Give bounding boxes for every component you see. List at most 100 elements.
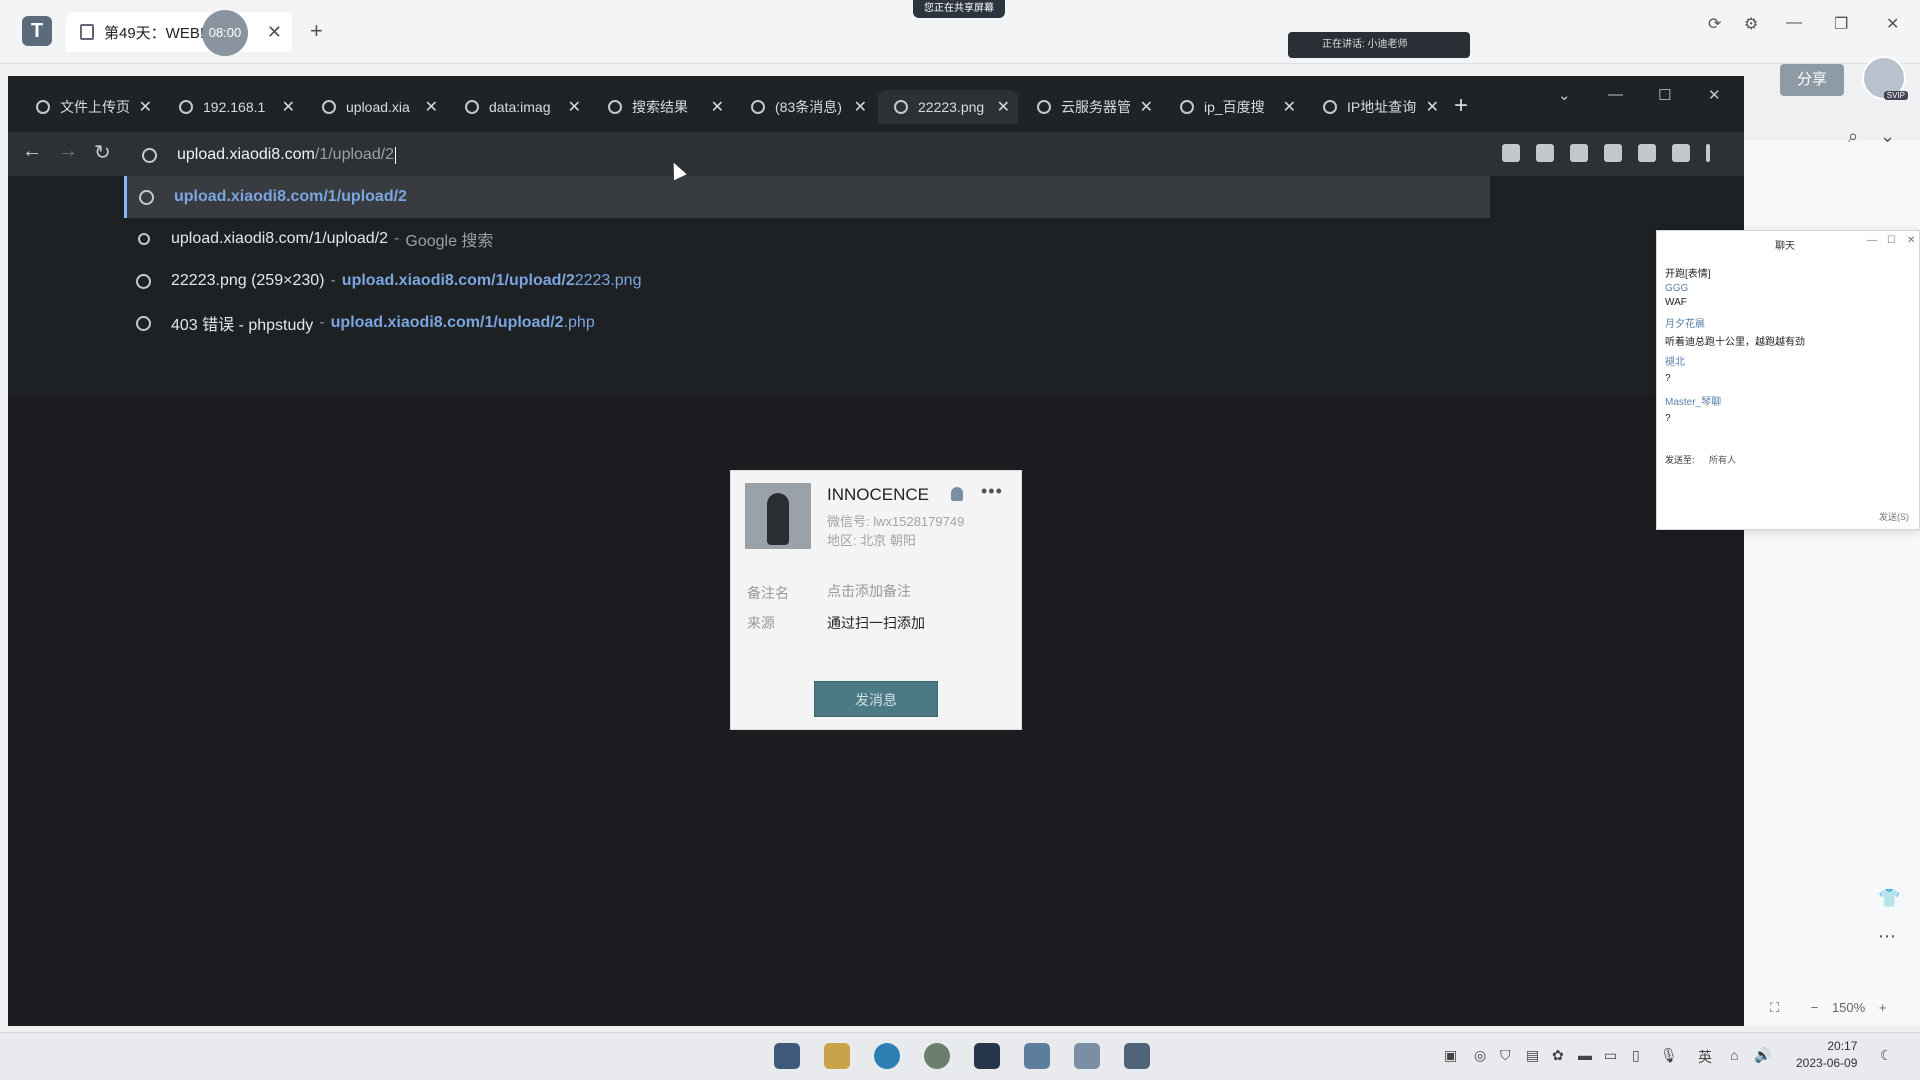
- tray-app-icon[interactable]: ◎: [1474, 1047, 1486, 1064]
- network-icon[interactable]: ⌂: [1730, 1047, 1738, 1063]
- outer-tab[interactable]: 第49天：WEB! 08:00 ✕: [66, 10, 292, 56]
- refresh-icon[interactable]: ⟳: [1708, 14, 1721, 34]
- volume-icon[interactable]: 🔊: [1754, 1047, 1771, 1064]
- notification-icon[interactable]: ☾: [1880, 1047, 1893, 1064]
- close-icon[interactable]: ✕: [267, 22, 282, 43]
- tab-data-image[interactable]: data:imag ✕: [449, 90, 589, 124]
- suggestion-item[interactable]: 403 错误 - phpstudy - upload.xiaodi8.com/1…: [124, 302, 1490, 344]
- tab-close-icon[interactable]: ✕: [568, 97, 581, 117]
- proxy-extension-icon[interactable]: [1570, 144, 1588, 162]
- new-tab-button[interactable]: +: [1454, 92, 1468, 120]
- profile-icon[interactable]: [1672, 144, 1690, 162]
- tray-app-icon[interactable]: ▬: [1578, 1047, 1592, 1063]
- app-logo-icon: T: [22, 16, 52, 46]
- ime-indicator[interactable]: 英: [1698, 1047, 1712, 1067]
- tab-close-icon[interactable]: ✕: [1140, 97, 1153, 117]
- search-icon[interactable]: ⌕: [1848, 126, 1858, 147]
- extension-icon[interactable]: [1502, 144, 1520, 162]
- suggestion-item[interactable]: upload.xiaodi8.com/1/upload/2: [124, 176, 1490, 218]
- close-window-icon[interactable]: ✕: [1886, 14, 1899, 34]
- remark-value[interactable]: 点击添加备注: [827, 581, 911, 601]
- side-panel-icon[interactable]: [1638, 144, 1656, 162]
- tab-messages[interactable]: (83条消息) ✕: [735, 90, 875, 124]
- avatar[interactable]: SVIP: [1862, 56, 1908, 100]
- tab-search-results[interactable]: 搜索结果 ✕: [592, 90, 732, 124]
- network-tool-icon[interactable]: [1124, 1043, 1150, 1069]
- tab-upload[interactable]: upload.xia ✕: [306, 90, 446, 124]
- forward-icon[interactable]: →: [58, 140, 78, 163]
- minimize-icon[interactable]: —: [1608, 86, 1623, 103]
- source-value: 通过扫一扫添加: [827, 615, 925, 631]
- chat-username: Master_琴聊: [1665, 397, 1722, 408]
- screen-share-indicator[interactable]: 您正在共享屏幕: [913, 0, 1005, 18]
- send-button[interactable]: 发送(S): [1879, 510, 1909, 523]
- more-icon[interactable]: ⋯: [1878, 926, 1896, 947]
- tray-app-icon[interactable]: ▣: [1444, 1047, 1457, 1064]
- zoom-out-button[interactable]: −: [1811, 1000, 1819, 1015]
- tab-close-icon[interactable]: ✕: [425, 97, 438, 117]
- tab-close-icon[interactable]: ✕: [854, 97, 867, 117]
- tab-close-icon[interactable]: ✕: [711, 97, 724, 117]
- back-icon[interactable]: ←: [22, 140, 42, 163]
- region: 地区: 北京 朝阳: [827, 533, 916, 548]
- puzzle-icon[interactable]: [1604, 144, 1622, 162]
- shield-icon[interactable]: ⛉: [1500, 1047, 1511, 1064]
- chevron-down-icon[interactable]: ⌄: [1880, 126, 1895, 147]
- microphone-icon[interactable]: 🎙: [1660, 1047, 1678, 1064]
- tab-close-icon[interactable]: ✕: [1283, 97, 1296, 117]
- tab-search-chevron-icon[interactable]: ⌄: [1558, 86, 1571, 104]
- clock[interactable]: 20:17 2023-06-09: [1796, 1038, 1857, 1072]
- reload-icon[interactable]: ↻: [94, 140, 111, 165]
- tray-app-icon[interactable]: ✿: [1552, 1047, 1564, 1064]
- tab-cloud-server[interactable]: 云服务器管 ✕: [1021, 90, 1161, 124]
- tab-strip: 文件上传页 ✕ 192.168.1 ✕ upload.xia ✕ data:imag ✕…: [8, 76, 1744, 132]
- zoom-in-button[interactable]: +: [1879, 1000, 1887, 1015]
- tab-baidu[interactable]: ip_百度搜 ✕: [1164, 90, 1304, 124]
- tray-app-icon[interactable]: ▯: [1632, 1047, 1640, 1064]
- minimize-icon[interactable]: —: [1867, 235, 1877, 246]
- shirt-icon[interactable]: 👕: [1878, 888, 1900, 909]
- send-to-select[interactable]: 所有人: [1709, 455, 1736, 465]
- menu-icon[interactable]: [1706, 144, 1710, 162]
- start-icon[interactable]: [774, 1043, 800, 1069]
- send-message-button[interactable]: 发消息: [814, 681, 938, 717]
- maximize-icon[interactable]: ❐: [1834, 14, 1848, 34]
- address-bar[interactable]: upload.xiaodi8.com/1/upload/2: [124, 140, 1484, 170]
- tab-ip[interactable]: 192.168.1 ✕: [163, 90, 303, 124]
- more-icon[interactable]: •••: [981, 481, 1003, 502]
- close-icon[interactable]: ✕: [1907, 235, 1915, 246]
- edge-icon[interactable]: [874, 1043, 900, 1069]
- qr-extension-icon[interactable]: [1536, 144, 1554, 162]
- meeting-app-icon[interactable]: [1024, 1043, 1050, 1069]
- tab-close-icon[interactable]: ✕: [997, 97, 1010, 117]
- settings-icon[interactable]: ⚙: [1744, 14, 1758, 34]
- tab-22223-png[interactable]: 22223.png ✕: [878, 90, 1018, 124]
- suggestion-item[interactable]: 22223.png (259×230) - upload.xiaodi8.com…: [124, 260, 1490, 302]
- file-explorer-icon[interactable]: [824, 1043, 850, 1069]
- new-tab-button[interactable]: +: [310, 18, 323, 44]
- tray-app-icon[interactable]: ▭: [1604, 1047, 1617, 1064]
- tray-app-icon[interactable]: ▤: [1526, 1047, 1539, 1064]
- suggestion-item[interactable]: upload.xiaodi8.com/1/upload/2 - Google 搜…: [124, 218, 1490, 260]
- cloud-icon: [1037, 100, 1051, 114]
- maximize-icon[interactable]: ☐: [1887, 235, 1896, 246]
- share-button[interactable]: 分享: [1780, 64, 1844, 96]
- chat-username: GGG: [1665, 283, 1689, 294]
- minimize-icon[interactable]: —: [1786, 14, 1802, 32]
- close-window-icon[interactable]: ✕: [1708, 86, 1721, 104]
- photos-icon[interactable]: [1074, 1043, 1100, 1069]
- chrome-icon[interactable]: [924, 1043, 950, 1069]
- site-info-icon[interactable]: [142, 147, 157, 163]
- maximize-icon[interactable]: ☐: [1658, 86, 1671, 104]
- tab-file-upload[interactable]: 文件上传页 ✕: [20, 90, 160, 124]
- fullscreen-icon[interactable]: ⛶: [1770, 1000, 1779, 1015]
- tab-ip-lookup[interactable]: IP地址查询 ✕: [1307, 90, 1447, 124]
- tab-close-icon[interactable]: ✕: [139, 97, 152, 117]
- tab-close-icon[interactable]: ✕: [282, 97, 295, 117]
- phpstorm-icon[interactable]: [974, 1043, 1000, 1069]
- chat-message: ?: [1665, 413, 1671, 424]
- globe-icon: [894, 100, 908, 114]
- tab-close-icon[interactable]: ✕: [1426, 97, 1439, 117]
- globe-icon: [136, 315, 151, 331]
- chat-message: 听着迪总跑十公里，越跑越有劲: [1665, 337, 1805, 348]
